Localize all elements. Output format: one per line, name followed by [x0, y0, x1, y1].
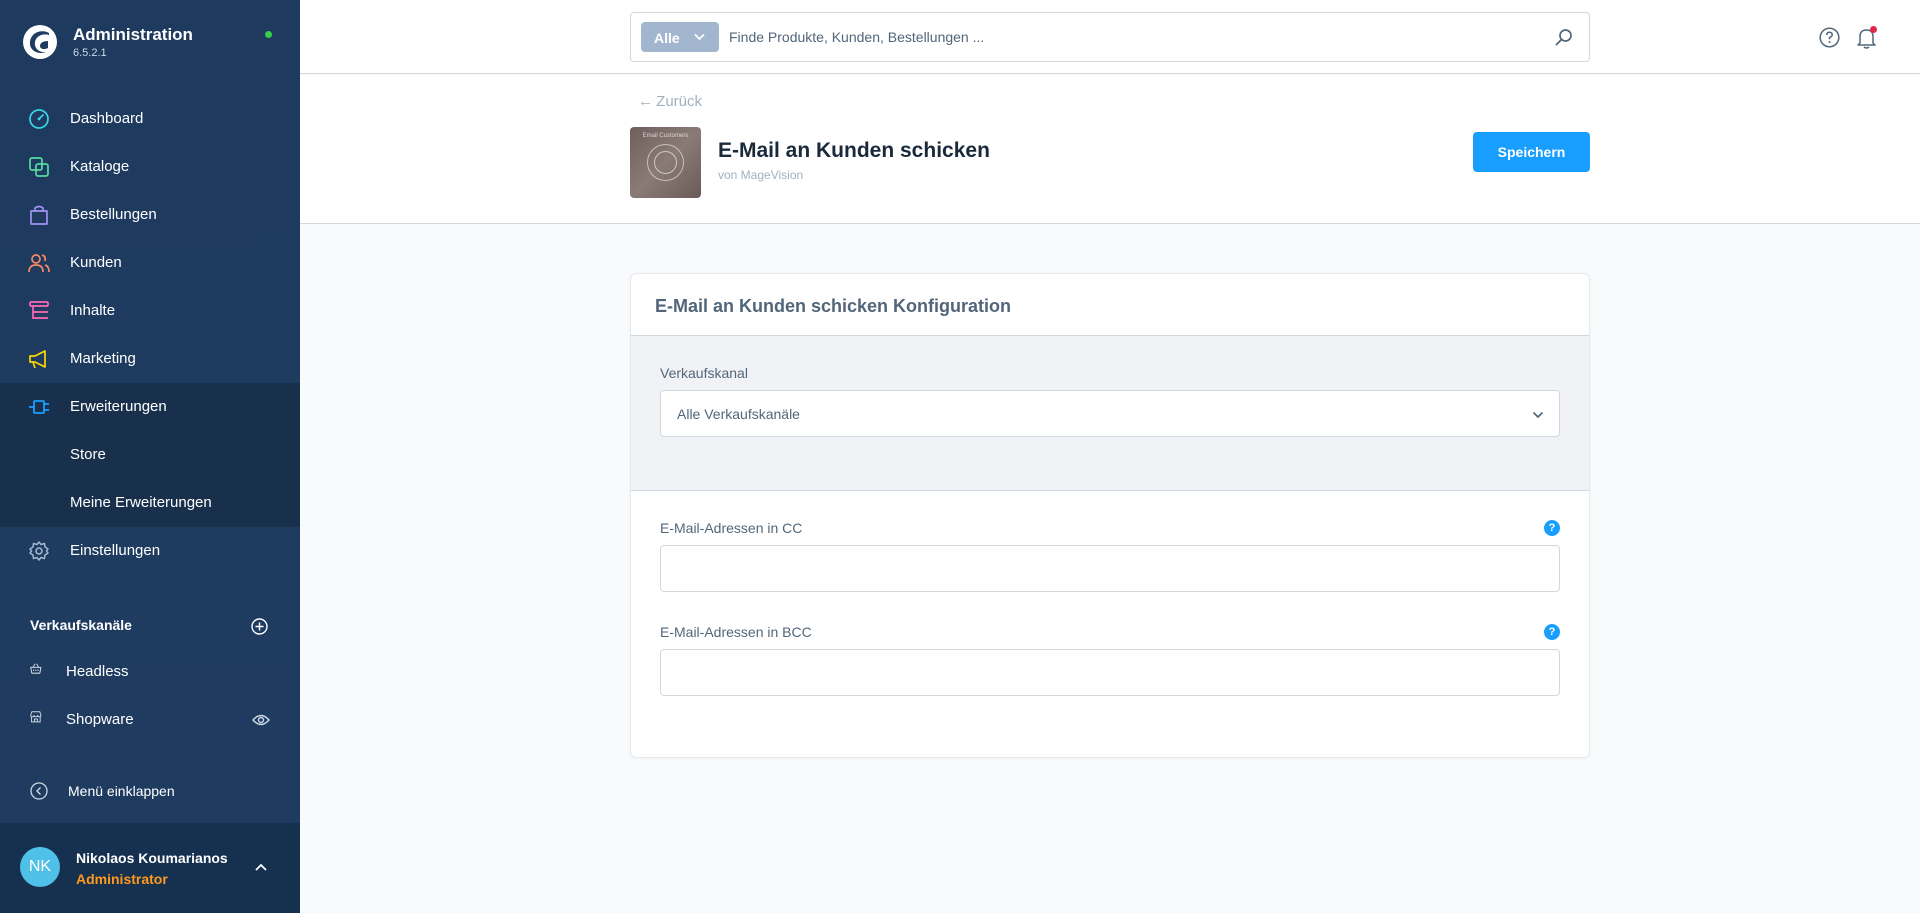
sidebar-item-label: Kunden	[70, 254, 122, 271]
sidebar-item-label: Kataloge	[70, 158, 130, 175]
sales-channel-headless[interactable]: Headless	[0, 647, 300, 695]
catalog-icon	[29, 157, 49, 177]
sidebar-item-label: Marketing	[70, 350, 136, 367]
add-sales-channel-icon[interactable]	[251, 618, 268, 635]
avatar: NK	[20, 847, 60, 887]
help-icon[interactable]	[1819, 27, 1840, 48]
sidebar-subitem-label: Meine Erweiterungen	[70, 494, 212, 511]
search-type-label: Alle	[654, 30, 680, 46]
storefront-icon	[30, 711, 42, 723]
search-input[interactable]	[729, 22, 1529, 52]
cc-help-icon[interactable]: ?	[1544, 520, 1560, 536]
sidebar-item-orders[interactable]: Bestellungen	[0, 190, 300, 238]
app-version: 6.5.2.1	[73, 47, 107, 59]
sidebar-subitem-my-extensions[interactable]: Meine Erweiterungen	[0, 478, 300, 526]
sidebar-header: Administration 6.5.2.1	[0, 0, 300, 86]
sales-channel-select[interactable]: Alle Verkaufskanäle	[660, 390, 1560, 437]
sidebar-item-marketing[interactable]: Marketing	[0, 334, 300, 382]
page-title: E-Mail an Kunden schicken	[718, 139, 990, 162]
sidebar-item-label: Bestellungen	[70, 206, 157, 223]
eye-icon[interactable]	[252, 713, 270, 727]
sidebar-item-content[interactable]: Inhalte	[0, 286, 300, 334]
notification-badge	[1870, 26, 1877, 33]
config-card: E-Mail an Kunden schicken Konfiguration …	[630, 273, 1590, 758]
chevron-down-icon	[694, 33, 705, 41]
chevron-up-icon[interactable]	[255, 863, 267, 871]
search-icon[interactable]	[1555, 28, 1573, 46]
cc-label: E-Mail-Adressen in CC	[660, 520, 803, 536]
dashboard-icon	[29, 109, 49, 129]
user-menu[interactable]: NK Nikolaos Koumarianos Administrator	[0, 823, 300, 913]
sales-channels-title: Verkaufskanäle	[30, 617, 132, 633]
sidebar-item-label: Erweiterungen	[70, 398, 167, 415]
sidebar-item-catalogs[interactable]: Kataloge	[0, 142, 300, 190]
bcc-help-icon[interactable]: ?	[1544, 624, 1560, 640]
back-link[interactable]: ← Zurück	[638, 93, 702, 110]
user-name: Nikolaos Koumarianos	[76, 850, 228, 866]
sidebar-item-customers[interactable]: Kunden	[0, 238, 300, 286]
sidebar-item-settings[interactable]: Einstellungen	[0, 526, 300, 574]
card-title: E-Mail an Kunden schicken Konfiguration	[655, 296, 1012, 316]
app-title: Administration	[73, 25, 193, 44]
bcc-label: E-Mail-Adressen in BCC	[660, 624, 812, 640]
sidebar-item-extensions[interactable]: Erweiterungen	[0, 382, 300, 430]
basket-icon	[30, 663, 42, 674]
save-button[interactable]: Speichern	[1473, 132, 1590, 172]
sidebar-subitem-label: Store	[70, 446, 106, 463]
plugin-image-ring-inner	[654, 151, 677, 174]
sidebar-item-label: Einstellungen	[70, 542, 161, 559]
content-icon	[29, 301, 49, 319]
orders-icon	[30, 205, 48, 225]
page-header: ← Zurück Email Customers E-Mail an Kunde…	[300, 75, 1920, 224]
sidebar-subitem-store[interactable]: Store	[0, 430, 300, 478]
user-role: Administrator	[76, 871, 168, 887]
sidebar: Administration 6.5.2.1 Dashboard Katalog…	[0, 0, 300, 913]
sidebar-item-label: Dashboard	[70, 110, 144, 127]
sales-channel-label: Verkaufskanal	[660, 365, 748, 381]
arrow-left-icon: ←	[638, 93, 653, 110]
marketing-icon	[29, 350, 46, 369]
chevron-down-icon	[1532, 411, 1544, 419]
bcc-input[interactable]	[660, 649, 1560, 696]
shopware-logo-icon[interactable]	[22, 24, 58, 60]
top-bar: Alle	[300, 0, 1920, 74]
sales-channel-panel: Verkaufskanal Alle Verkaufskanäle	[631, 336, 1589, 491]
extensions-icon	[29, 400, 49, 414]
sidebar-item-dashboard[interactable]: Dashboard	[0, 94, 300, 142]
collapse-menu-label: Menü einklappen	[68, 783, 175, 799]
plugin-vendor: von MageVision	[718, 168, 804, 182]
settings-icon	[29, 541, 49, 561]
sales-channel-label: Headless	[66, 663, 129, 680]
sales-channel-label: Shopware	[66, 711, 134, 728]
chevron-left-circle-icon	[30, 782, 48, 800]
sidebar-item-label: Inhalte	[70, 302, 116, 319]
plugin-image-caption: Email Customers	[642, 133, 689, 139]
customers-icon	[28, 254, 50, 273]
online-status-dot	[265, 31, 272, 38]
cc-input[interactable]	[660, 545, 1560, 592]
global-search: Alle	[630, 12, 1590, 62]
plugin-image: Email Customers	[630, 127, 701, 198]
sales-channel-value: Alle Verkaufskanäle	[677, 406, 800, 422]
collapse-menu-button[interactable]: Menü einklappen	[0, 766, 300, 814]
search-type-dropdown[interactable]: Alle	[641, 22, 719, 52]
back-label: Zurück	[656, 93, 703, 110]
